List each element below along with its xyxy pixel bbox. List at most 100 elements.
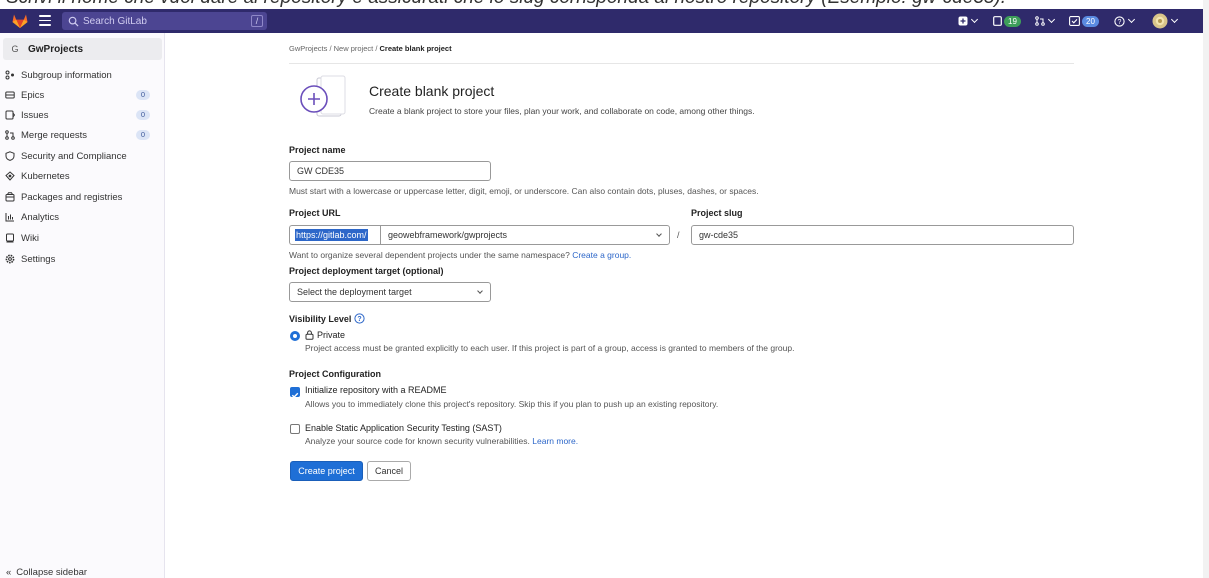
- readme-description: Allows you to immediately clone this pro…: [305, 399, 719, 409]
- search-icon: [68, 16, 79, 27]
- gitlab-logo-icon[interactable]: [11, 12, 29, 29]
- sast-description-text: Analyze your source code for known secur…: [305, 436, 530, 446]
- url-slug-separator: /: [677, 230, 680, 240]
- namespace-select[interactable]: geowebframework/gwprojects: [380, 225, 670, 245]
- sidebar-item-label: Analytics: [21, 211, 60, 223]
- search-input[interactable]: Search GitLab /: [62, 12, 267, 30]
- breadcrumb-item-new-project[interactable]: New project: [334, 44, 374, 53]
- group-name: GwProjects: [28, 43, 84, 55]
- project-url-help-text: Want to organize several dependent proje…: [289, 250, 570, 260]
- sidebar-item-label: Issues: [21, 109, 49, 121]
- readme-label: Initialize repository with a README: [305, 385, 447, 395]
- epics-count-badge: 0: [136, 90, 150, 100]
- project-slug-value: gw-cde35: [699, 230, 739, 240]
- breadcrumb: GwProjects / New project / Create blank …: [289, 44, 452, 53]
- sidebar-item-merge-requests[interactable]: Merge requests 0: [5, 127, 160, 143]
- sidebar-item-analytics[interactable]: Analytics: [5, 209, 160, 225]
- kubernetes-icon: [5, 171, 15, 181]
- search-shortcut-key: /: [251, 15, 263, 27]
- shield-icon: [5, 151, 15, 161]
- sidebar-item-kubernetes[interactable]: Kubernetes: [5, 168, 160, 184]
- cancel-button[interactable]: Cancel: [367, 461, 411, 481]
- visibility-private-description: Project access must be granted explicitl…: [305, 343, 795, 353]
- help-icon[interactable]: ?: [354, 313, 365, 324]
- project-url-help: Want to organize several dependent proje…: [289, 250, 631, 260]
- project-slug-label: Project slug: [691, 208, 743, 218]
- package-icon: [5, 192, 15, 202]
- subgroup-icon: [5, 70, 15, 80]
- merge-request-icon: [1035, 16, 1045, 26]
- issues-count-badge: 0: [136, 110, 150, 120]
- issues-icon: [993, 16, 1002, 26]
- settings-icon: [5, 254, 15, 264]
- menu-icon[interactable]: [39, 15, 51, 26]
- create-group-link[interactable]: Create a group.: [572, 250, 631, 260]
- chevron-down-icon: [1127, 15, 1136, 24]
- top-navbar: Search GitLab / 19 20 ?: [0, 9, 1209, 33]
- create-project-button[interactable]: Create project: [290, 461, 363, 481]
- double-chevron-left-icon: «: [6, 567, 12, 578]
- user-avatar-icon: [1152, 13, 1168, 29]
- epic-icon: [5, 90, 15, 100]
- chevron-down-icon: [477, 288, 483, 294]
- visibility-private-option: Private: [305, 330, 345, 340]
- page-scrollbar[interactable]: [1203, 0, 1209, 578]
- screenshot-caption: Scrivi il nome che vuoi dare al reposito…: [0, 0, 1209, 9]
- learn-more-link[interactable]: Learn more.: [532, 436, 578, 446]
- user-menu[interactable]: [1152, 13, 1179, 29]
- visibility-level-label: Visibility Level ?: [289, 313, 365, 324]
- collapse-sidebar-button[interactable]: « Collapse sidebar: [6, 567, 87, 578]
- namespace-value: geowebframework/gwprojects: [388, 230, 508, 240]
- sidebar-item-packages[interactable]: Packages and registries: [5, 189, 160, 205]
- merge-requests-count-badge: 0: [136, 130, 150, 140]
- deployment-target-select[interactable]: Select the deployment target: [289, 282, 491, 302]
- project-url-prefix: https://gitlab.com/: [289, 225, 380, 245]
- group-avatar: G: [11, 44, 19, 54]
- visibility-private-radio[interactable]: [290, 331, 300, 341]
- breadcrumb-item-group[interactable]: GwProjects: [289, 44, 327, 53]
- issues-nav-button[interactable]: 19: [993, 13, 1021, 29]
- svg-text:?: ?: [358, 316, 362, 323]
- visibility-level-text: Visibility Level: [289, 313, 352, 324]
- sast-description: Analyze your source code for known secur…: [305, 436, 578, 446]
- todos-nav-button[interactable]: 20: [1069, 13, 1099, 29]
- sast-label: Enable Static Application Security Testi…: [305, 423, 502, 433]
- page-title: Create blank project: [369, 83, 495, 99]
- sidebar: G GwProjects Subgroup information Epics …: [0, 33, 165, 578]
- project-name-input[interactable]: GW CDE35: [289, 161, 491, 181]
- sidebar-item-label: Settings: [21, 253, 56, 265]
- sidebar-item-label: Merge requests: [21, 129, 88, 141]
- visibility-private-label: Private: [317, 330, 346, 340]
- new-dropdown[interactable]: [958, 13, 979, 29]
- sidebar-item-label: Security and Compliance: [21, 150, 127, 162]
- blank-project-illustration-icon: [300, 75, 346, 117]
- readme-checkbox[interactable]: [290, 387, 300, 398]
- merge-requests-nav-button[interactable]: [1035, 13, 1056, 29]
- project-slug-input[interactable]: gw-cde35: [691, 225, 1074, 245]
- chevron-down-icon: [1170, 15, 1179, 24]
- lock-icon: [305, 330, 314, 340]
- help-dropdown[interactable]: ?: [1114, 13, 1136, 29]
- sidebar-item-wiki[interactable]: Wiki: [5, 230, 160, 246]
- chevron-down-icon: [1047, 15, 1056, 24]
- todo-check-icon: [1069, 16, 1080, 26]
- sast-checkbox[interactable]: [290, 424, 300, 434]
- sidebar-item-label: Kubernetes: [21, 170, 70, 182]
- project-name-label: Project name: [289, 145, 346, 155]
- sidebar-item-security[interactable]: Security and Compliance: [5, 148, 160, 164]
- svg-text:?: ?: [1118, 19, 1122, 26]
- divider: [289, 63, 1074, 64]
- collapse-sidebar-label: Collapse sidebar: [16, 567, 88, 578]
- sidebar-item-label: Subgroup information: [21, 69, 112, 81]
- sidebar-item-subgroup-information[interactable]: Subgroup information: [5, 67, 160, 83]
- issues-count-badge: 19: [1004, 15, 1021, 27]
- deployment-target-label: Project deployment target (optional): [289, 266, 444, 276]
- caption-text: Scrivi il nome che vuoi dare al reposito…: [6, 0, 1006, 9]
- sidebar-item-epics[interactable]: Epics 0: [5, 87, 160, 103]
- sidebar-item-settings[interactable]: Settings: [5, 251, 160, 267]
- sidebar-group-header[interactable]: G GwProjects: [3, 38, 162, 60]
- wiki-icon: [5, 233, 15, 243]
- sidebar-item-issues[interactable]: Issues 0: [5, 107, 160, 123]
- project-name-value: GW CDE35: [297, 166, 345, 176]
- project-configuration-label: Project Configuration: [289, 369, 381, 379]
